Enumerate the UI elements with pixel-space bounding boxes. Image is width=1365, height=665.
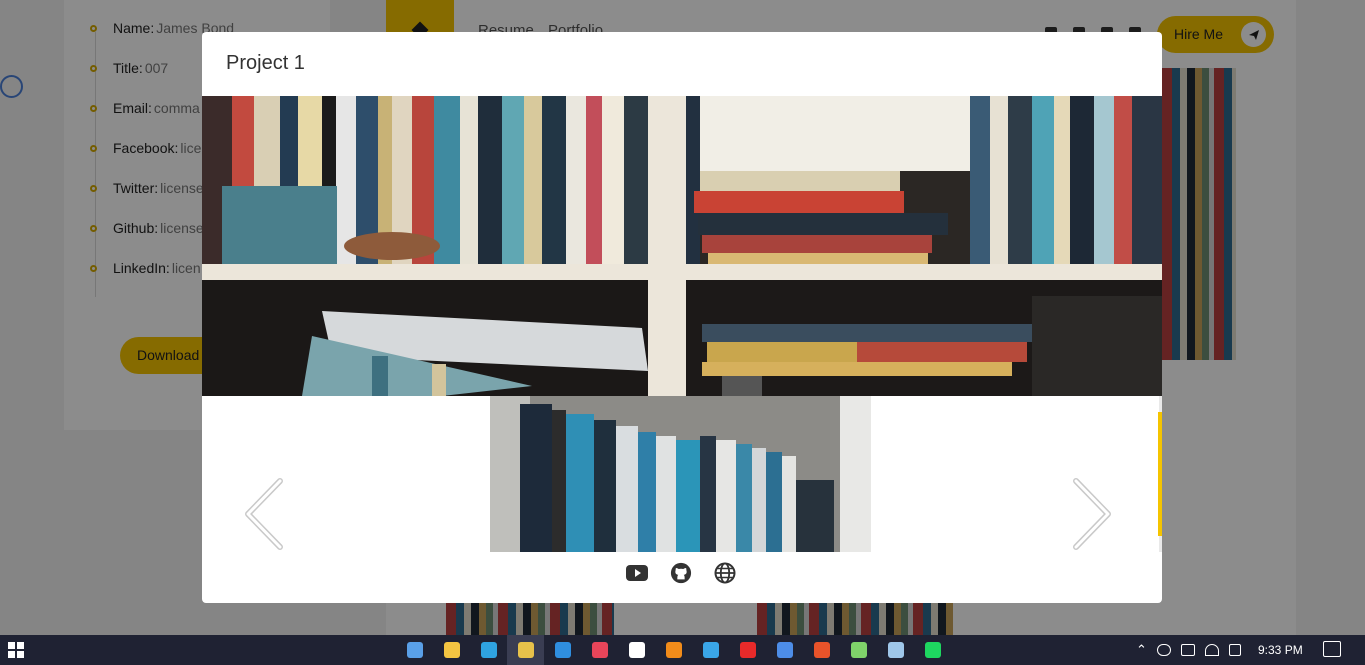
edge-icon [480,642,497,658]
project-slide-image [490,396,871,552]
chevron-up-icon[interactable]: ⌃ [1136,642,1147,658]
virtualbox-icon [887,642,904,658]
taskbar-app[interactable] [396,635,433,665]
taskbar-app[interactable] [544,635,581,665]
record-icon [739,642,756,658]
project-hero-image [202,96,1162,396]
pinned-apps [396,635,951,665]
windows-taskbar: ⌃ 9:33 PM [0,635,1365,665]
taskbar-app[interactable] [840,635,877,665]
project-slider [202,396,1162,552]
previous-slide-button[interactable] [242,477,286,551]
docker-icon [702,642,719,658]
taskbar-app[interactable] [766,635,803,665]
taskbar-app[interactable] [618,635,655,665]
chevron-right-icon [1073,478,1111,550]
wifi-icon[interactable] [1204,644,1219,656]
chrome-icon [517,642,534,658]
windows-logo-icon [17,642,24,649]
project-modal: Project 1 [202,32,1162,603]
website-link[interactable] [714,562,736,584]
globe-icon [714,562,736,584]
taskbar-app[interactable] [692,635,729,665]
project-links [626,562,736,584]
vscode-icon [554,642,571,658]
battery-icon[interactable] [1180,644,1195,656]
chevron-left-icon [245,478,283,550]
github-icon [670,562,692,584]
vlc-icon [665,642,682,658]
next-slide-button[interactable] [1070,477,1114,551]
photos-app-icon [406,642,423,658]
system-tray: ⌃ [1136,635,1241,665]
taskbar-app[interactable] [877,635,914,665]
taskbar-app[interactable] [507,635,544,665]
windows-logo-icon [17,651,24,658]
spotify-icon [924,642,941,658]
intellij-icon [628,642,645,658]
taskbar-app[interactable] [729,635,766,665]
terminal-icon [850,642,867,658]
windows-logo-icon [8,642,15,649]
notifications-icon[interactable] [1323,641,1341,657]
taskbar-app[interactable] [581,635,618,665]
modal-title: Project 1 [226,52,305,74]
taskbar-app[interactable] [433,635,470,665]
youtube-link[interactable] [626,562,648,584]
taskbar-clock[interactable]: 9:33 PM [1258,643,1303,657]
onedrive-icon[interactable] [1156,644,1171,656]
taskbar-app[interactable] [803,635,840,665]
office-icon [813,642,830,658]
media-player-icon [591,642,608,658]
volume-muted-icon[interactable] [1228,644,1241,656]
slider-edge-accent [1158,412,1162,536]
taskbar-app[interactable] [470,635,507,665]
windows-logo-icon [8,651,15,658]
youtube-icon [626,565,648,581]
file-explorer-icon [443,642,460,658]
teams-icon [776,642,793,658]
start-button[interactable] [8,642,24,658]
github-link[interactable] [670,562,692,584]
taskbar-app[interactable] [914,635,951,665]
taskbar-app[interactable] [655,635,692,665]
